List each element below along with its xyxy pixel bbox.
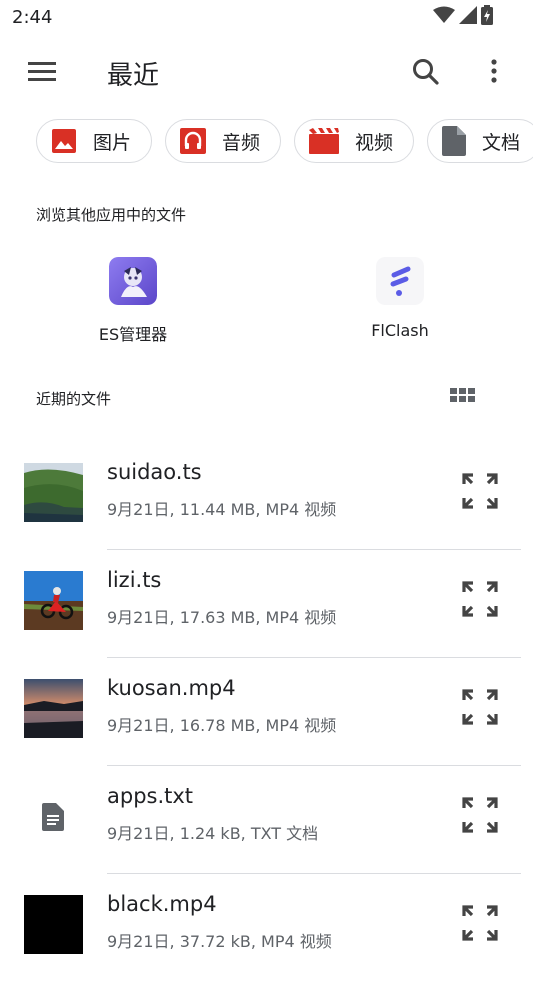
file-row[interactable]: apps.txt 9月21日, 1.24 kB, TXT 文档 (0, 766, 533, 874)
other-apps-heading: 浏览其他应用中的文件 (36, 206, 187, 224)
file-name: apps.txt (107, 784, 194, 808)
fullscreen-expand-icon (462, 689, 498, 725)
file-meta: 9月21日, 17.63 MB, MP4 视频 (107, 608, 337, 627)
fullscreen-expand-icon (462, 473, 498, 509)
app-flclash[interactable]: FlClash (330, 257, 470, 340)
expand-button[interactable] (458, 793, 502, 837)
app-name: ES管理器 (98, 325, 168, 344)
chip-audio[interactable]: 音频 (165, 119, 282, 163)
file-row[interactable]: lizi.ts 9月21日, 17.63 MB, MP4 视频 (0, 550, 533, 658)
wifi-icon (433, 6, 455, 28)
file-row[interactable]: kuosan.mp4 9月21日, 16.78 MB, MP4 视频 (0, 658, 533, 766)
chip-documents[interactable]: 文档 (427, 119, 533, 163)
hamburger-menu-icon (28, 62, 56, 81)
search-icon (413, 59, 439, 85)
black-thumbnail (24, 895, 83, 954)
search-button[interactable] (406, 52, 446, 92)
headphones-icon (180, 128, 207, 154)
more-vert-icon (491, 59, 497, 83)
app-name: FlClash (371, 321, 429, 340)
status-icons (433, 5, 493, 29)
text-file-icon (24, 787, 83, 846)
chip-images[interactable]: 图片 (36, 119, 153, 163)
menu-button[interactable] (22, 52, 62, 92)
app-es-file-manager[interactable]: ES管理器 (63, 257, 203, 345)
file-name: suidao.ts (107, 460, 202, 484)
file-meta: 9月21日, 16.78 MB, MP4 视频 (107, 716, 337, 735)
grid-view-button[interactable] (446, 380, 480, 414)
file-meta: 9月21日, 1.24 kB, TXT 文档 (107, 824, 319, 843)
image-icon (52, 129, 76, 153)
document-icon (442, 126, 467, 156)
recent-files-heading: 近期的文件 (36, 390, 112, 408)
fullscreen-expand-icon (462, 581, 498, 617)
expand-button[interactable] (458, 469, 502, 513)
chip-videos[interactable]: 视频 (294, 119, 415, 163)
chip-label: 视频 (355, 131, 394, 154)
file-row[interactable]: suidao.ts 9月21日, 11.44 MB, MP4 视频 (0, 442, 533, 550)
file-name: kuosan.mp4 (107, 676, 236, 700)
file-name: black.mp4 (107, 892, 217, 916)
page-title: 最近 (107, 61, 160, 91)
fullscreen-expand-icon (462, 797, 498, 833)
more-options-button[interactable] (474, 52, 514, 92)
chip-label: 文档 (482, 131, 521, 154)
chip-label: 图片 (93, 131, 132, 154)
file-meta: 9月21日, 11.44 MB, MP4 视频 (107, 500, 337, 519)
signal-icon (459, 6, 477, 28)
flclash-icon (376, 257, 424, 305)
grid-view-icon (450, 388, 475, 402)
expand-button[interactable] (458, 685, 502, 729)
file-meta: 9月21日, 37.72 kB, MP4 视频 (107, 932, 332, 951)
expand-button[interactable] (458, 901, 502, 945)
expand-button[interactable] (458, 577, 502, 621)
chip-label: 音频 (222, 131, 261, 154)
es-file-manager-icon (109, 257, 157, 305)
file-name: lizi.ts (107, 568, 162, 592)
landscape-green-thumbnail (24, 463, 83, 522)
category-chips: 图片 音频 视频 文档 (36, 119, 533, 163)
fullscreen-expand-icon (462, 905, 498, 941)
motorcycle-thumbnail (24, 571, 83, 630)
file-row[interactable]: black.mp4 9月21日, 37.72 kB, MP4 视频 (0, 874, 533, 982)
movie-icon (309, 128, 340, 154)
battery-icon (481, 5, 493, 29)
status-time: 2:44 (12, 7, 53, 28)
sunset-lake-thumbnail (24, 679, 83, 738)
